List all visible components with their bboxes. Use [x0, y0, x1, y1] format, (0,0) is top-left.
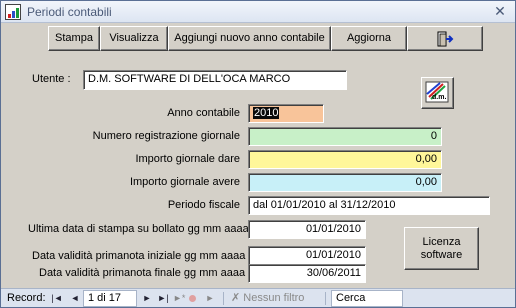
- numero-registrazione-label: Numero registrazione giornale: [92, 130, 240, 142]
- search-field[interactable]: Cerca: [331, 290, 403, 307]
- data-iniziale-field[interactable]: 01/01/2010: [248, 246, 366, 265]
- aggiungi-anno-button[interactable]: Aggiungi nuovo anno contabile: [168, 26, 331, 51]
- importo-dare-field[interactable]: 0,00: [248, 150, 442, 169]
- record-position-field[interactable]: 1 di 17: [83, 290, 137, 307]
- periodo-fiscale-field[interactable]: dal 01/01/2010 al 31/12/2010: [248, 196, 490, 215]
- visualizza-button[interactable]: Visualizza: [100, 26, 168, 51]
- filter-label: Nessun filtro: [243, 292, 305, 304]
- exit-button[interactable]: [407, 26, 483, 51]
- first-record-icon[interactable]: |◄: [51, 291, 63, 306]
- prev-record-icon[interactable]: ◄: [69, 291, 81, 306]
- last-record-icon[interactable]: ►|: [157, 291, 169, 306]
- filter-icon: ✗: [231, 292, 241, 304]
- new-record-icon[interactable]: ►*: [173, 291, 185, 306]
- periodi-contabili-window: Periodi contabili ✕ Stampa Visualizza Ag…: [0, 0, 516, 308]
- utente-label: Utente :: [32, 73, 71, 85]
- record-navigation-bar: Record: |◄ ◄ 1 di 17 ► ►| ►* ► ✗ Nessun …: [1, 288, 515, 307]
- data-finale-field[interactable]: 30/06/2011: [248, 264, 366, 283]
- aggiorna-button[interactable]: Aggiorna: [331, 26, 407, 51]
- ultima-data-stampa-field[interactable]: 01/01/2010: [248, 220, 366, 239]
- next-record-icon[interactable]: ►: [141, 291, 153, 306]
- numero-registrazione-field[interactable]: 0: [248, 127, 442, 146]
- licenza-line1: Licenza: [422, 236, 461, 248]
- data-iniziale-label: Data validità primanota iniziale gg mm a…: [32, 250, 246, 262]
- ultima-data-stampa-label: Ultima data di stampa su bollato gg mm a…: [28, 223, 249, 235]
- chart-app-icon: [5, 4, 21, 20]
- importo-avere-label: Importo giornale avere: [129, 176, 240, 188]
- importo-dare-label: Importo giornale dare: [135, 153, 240, 165]
- record-label: Record:: [7, 292, 46, 304]
- licenza-software-button[interactable]: Licenza software: [404, 227, 479, 270]
- new-record-end-icon[interactable]: ►: [204, 291, 216, 306]
- stampa-button[interactable]: Stampa: [48, 26, 100, 51]
- nav-separator: [325, 292, 326, 305]
- svg-text:d.m.: d.m.: [432, 94, 446, 101]
- nav-separator: [223, 292, 224, 305]
- anno-contabile-field[interactable]: 2010: [248, 104, 324, 123]
- utente-field[interactable]: D.M. SOFTWARE DI DELL'OCA MARCO: [83, 70, 347, 90]
- licenza-line2: software: [420, 249, 463, 261]
- dm-logo-icon: d.m.: [425, 81, 449, 103]
- dm-logo-button[interactable]: d.m.: [421, 77, 454, 109]
- anno-contabile-label: Anno contabile: [167, 107, 240, 119]
- importo-avere-field[interactable]: 0,00: [248, 173, 442, 192]
- title-bar: Periodi contabili ✕: [1, 1, 515, 23]
- window-title: Periodi contabili: [27, 5, 112, 19]
- exit-door-icon: [437, 31, 454, 47]
- periodo-fiscale-label: Periodo fiscale: [167, 199, 240, 211]
- record-indicator-icon: [189, 295, 196, 302]
- anno-contabile-value: 2010: [253, 107, 280, 119]
- filter-toggle[interactable]: ✗ Nessun filtro: [231, 291, 304, 306]
- data-finale-label: Data validità primanota finale gg mm aaa…: [39, 267, 246, 279]
- close-icon[interactable]: ✕: [491, 3, 509, 20]
